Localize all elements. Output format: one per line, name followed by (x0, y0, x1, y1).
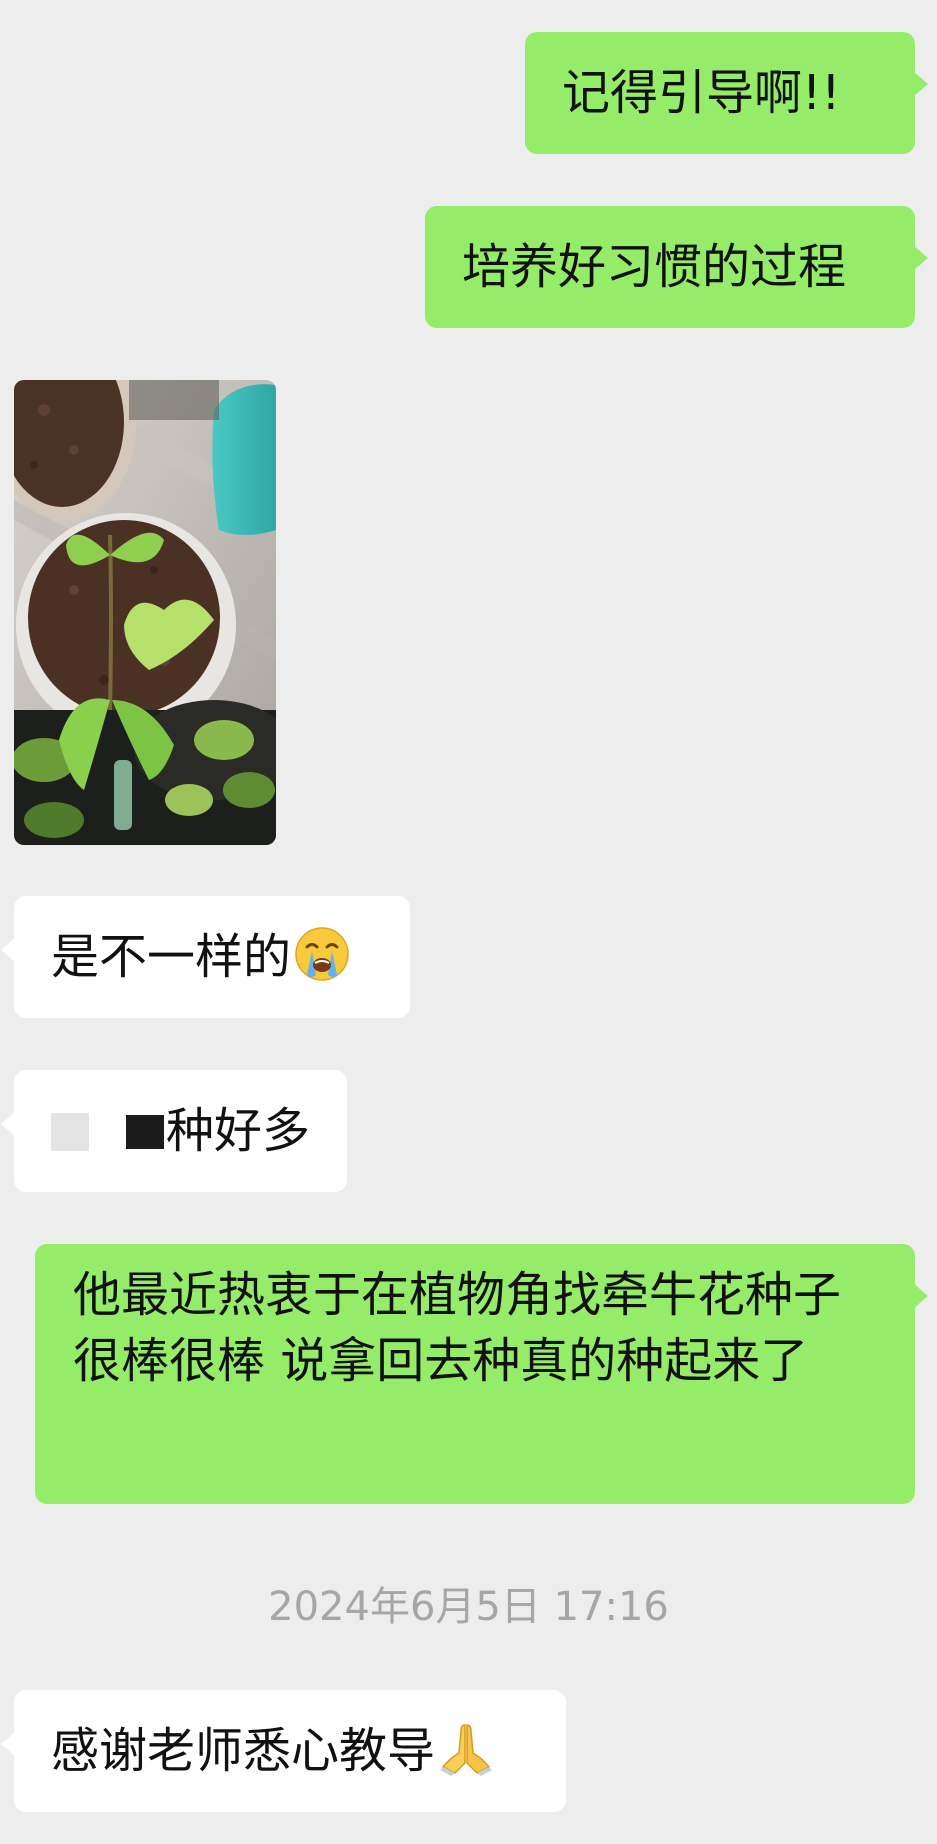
message-text: 培养好习惯的过程 (462, 239, 847, 295)
received-message-bubble[interactable]: 感谢老师悉心教导 (1, 1690, 566, 1812)
chat-timestamp: 2024年6月5日 17:16 (268, 1584, 669, 1630)
redacted-block (51, 1113, 89, 1151)
message-text: 是不一样的 (51, 929, 292, 985)
message-text: 记得引导啊!! (562, 65, 841, 121)
message-text: 种好多 (166, 1103, 311, 1159)
message-text: 感谢老师悉心教导 (51, 1723, 436, 1779)
folded-hands-icon (440, 1724, 493, 1776)
potted-seedling-photo (14, 380, 276, 845)
loudly-crying-face-icon (295, 927, 349, 981)
message-text: 他最近热衷于在植物角找牵牛花种子 很棒很棒 说拿回去种真的种起来了 (73, 1267, 842, 1389)
sent-message-bubble[interactable]: 他最近热衷于在植物角找牵牛花种子 很棒很棒 说拿回去种真的种起来了 (35, 1244, 928, 1504)
received-message-bubble[interactable]: 是不一样的 (1, 896, 410, 1018)
sent-message-bubble[interactable]: 记得引导啊!! (525, 32, 928, 154)
received-message-bubble[interactable]: 种好多 (1, 1070, 347, 1192)
chat-screen: { "chat": { "messages": [ { "direction":… (0, 0, 937, 1844)
redacted-block (126, 1115, 164, 1149)
received-image-message[interactable] (14, 380, 276, 845)
sent-message-bubble[interactable]: 培养好习惯的过程 (425, 206, 928, 328)
